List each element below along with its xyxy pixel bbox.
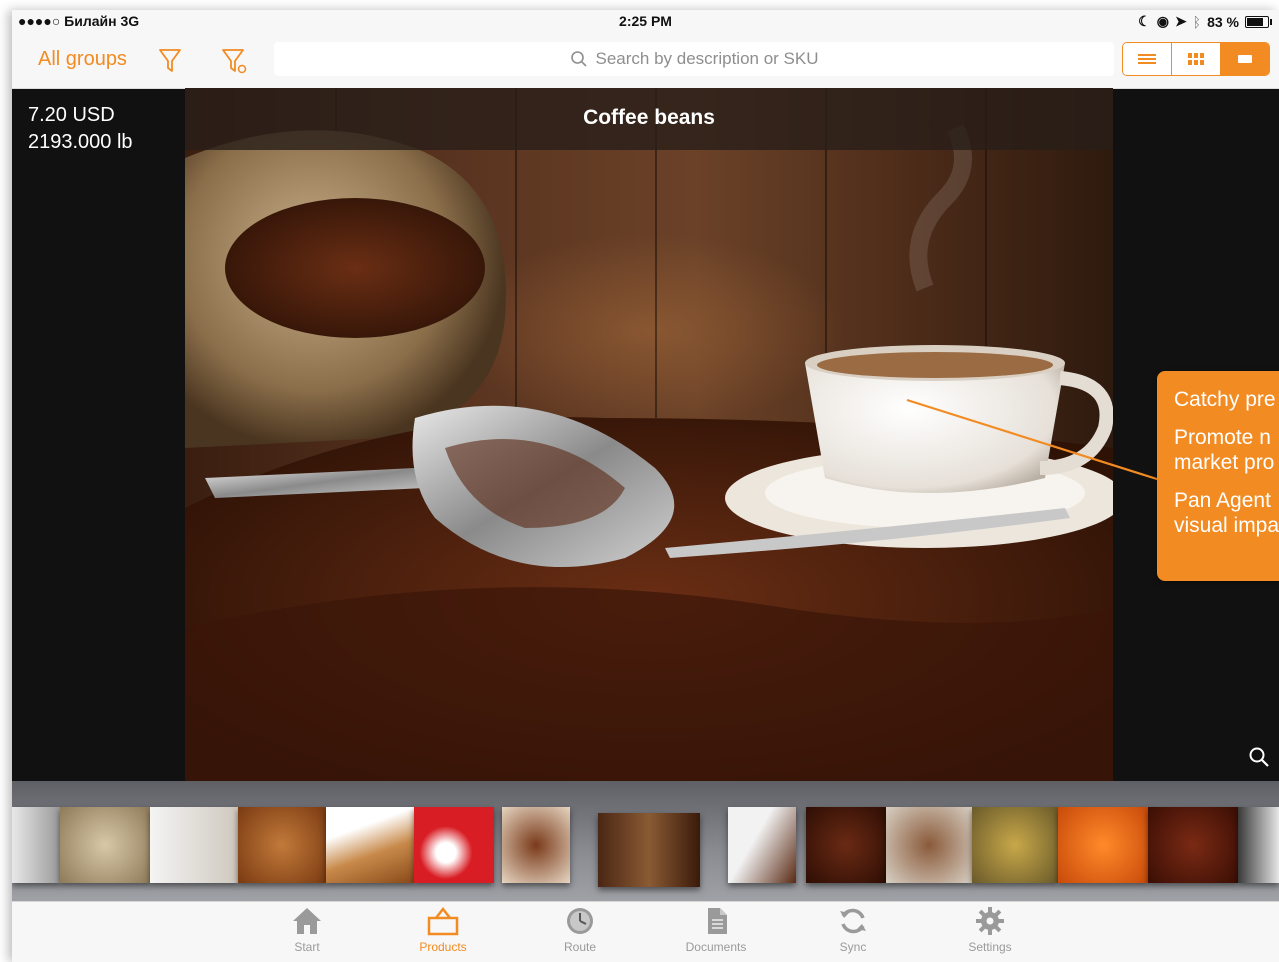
carousel-thumb[interactable] [598,813,700,887]
tab-label: Products [419,940,467,954]
carousel-thumb[interactable] [150,807,238,883]
carousel-thumb[interactable] [60,807,150,883]
carousel-thumb[interactable] [806,807,886,883]
tab-settings[interactable]: Settings [940,906,1040,954]
callout-line-1: Catchy pre [1174,388,1276,411]
carousel-thumb[interactable] [12,807,60,883]
tab-label: Start [294,940,320,954]
carousel-thumb[interactable] [502,807,570,883]
sync-icon [840,908,866,934]
tab-products[interactable]: Products [393,906,493,954]
callout-line-3a: Pan Agent [1174,489,1271,512]
carousel-thumb[interactable] [728,807,796,883]
home-icon [293,908,321,934]
carousel-thumb[interactable] [414,807,494,883]
callout-line-2a: Promote n [1174,426,1271,449]
gear-icon [976,907,1004,935]
clock-icon [567,908,593,934]
tab-label: Documents [685,940,747,954]
carousel-thumb[interactable] [238,807,326,883]
carousel-thumb[interactable] [886,807,972,883]
tab-start[interactable]: Start [257,906,357,954]
tab-sync[interactable]: Sync [803,906,903,954]
products-icon [427,906,459,936]
feature-callout: Catchy pre Promote n market pro Pan Agen… [1157,371,1279,581]
carousel-thumb[interactable] [1148,807,1238,883]
tab-documents[interactable]: Documents [666,906,766,954]
tab-label: Sync [839,940,867,954]
carousel-thumb[interactable] [326,807,414,883]
tab-route[interactable]: Route [530,906,630,954]
carousel-thumb[interactable] [972,807,1058,883]
tab-bar: Start Products Route Documents Sync Sett… [12,901,1279,962]
callout-line-2b: market pro [1174,451,1275,474]
callout-line-3b: visual impa [1174,514,1279,537]
carousel-thumb[interactable] [1058,807,1148,883]
product-carousel[interactable] [12,781,1279,901]
tab-label: Settings [968,940,1012,954]
app-window: ●●●●○ Билайн 3G 2:25 PM ☾ ◉ ➤ ᛒ 83 % All… [12,10,1279,962]
carousel-thumb[interactable] [1238,807,1279,883]
document-icon [708,908,727,934]
tab-label: Route [563,940,597,954]
